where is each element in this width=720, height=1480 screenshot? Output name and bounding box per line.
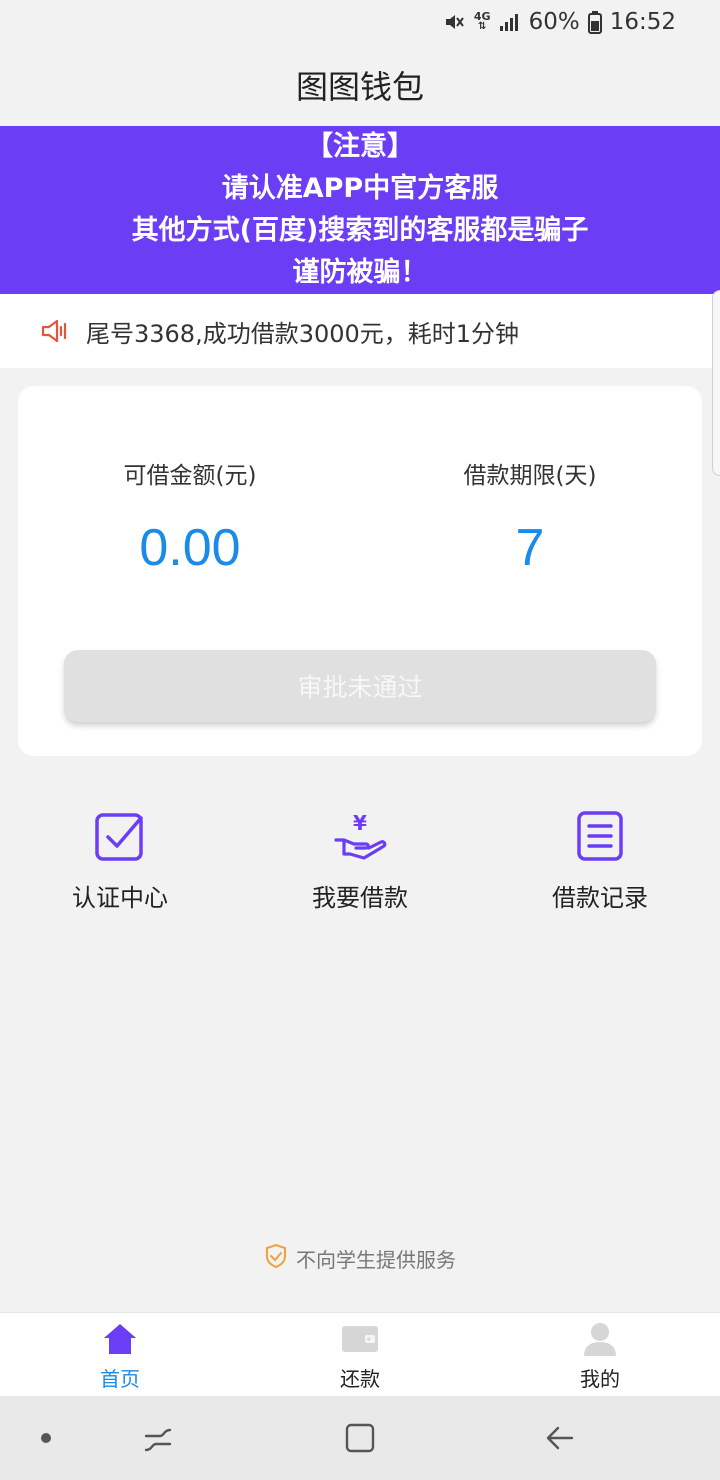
notice-banner: 【注意】 请认准APP中官方客服 其他方式(百度)搜索到的客服都是骗子 谨防被骗… [0, 126, 720, 294]
nav-repay[interactable]: 还款 [240, 1321, 480, 1392]
feature-label: 借款记录 [552, 884, 648, 912]
bottom-nav: 首页 还款 我的 [0, 1312, 720, 1396]
dot-icon[interactable] [26, 1418, 66, 1458]
feature-loan-records[interactable]: 借款记录 [480, 808, 720, 913]
nav-home[interactable]: 首页 [0, 1321, 240, 1392]
loan-card: 可借金额(元) 0.00 借款期限(天) 7 审批未通过 [18, 386, 702, 756]
status-bar: 4G ⇅ 60% 16:52 [0, 0, 720, 44]
approval-status-button[interactable]: 审批未通过 [64, 650, 656, 722]
checkbox-icon [92, 808, 148, 864]
feature-label: 认证中心 [72, 884, 168, 912]
amount-value: 0.00 [139, 519, 241, 577]
wallet-icon [341, 1321, 379, 1357]
network-type-icon: 4G ⇅ [474, 11, 491, 32]
feature-label: 我要借款 [312, 884, 408, 912]
data-arrows-icon: ⇅ [478, 21, 487, 32]
app-title-bar: 图图钱包 [0, 44, 720, 126]
feature-apply-loan[interactable]: ¥ 我要借款 [240, 808, 480, 913]
nav-label: 首页 [100, 1367, 140, 1391]
nav-label: 还款 [340, 1367, 380, 1391]
feature-grid: 认证中心 ¥ 我要借款 借款记录 [0, 808, 720, 918]
home-icon [102, 1321, 138, 1357]
battery-icon [587, 10, 602, 34]
home-button-icon[interactable] [340, 1418, 380, 1458]
page-title: 图图钱包 [295, 68, 424, 106]
notice-line: 请认准APP中官方客服 [221, 173, 499, 204]
student-notice: 不向学生提供服务 [0, 1242, 720, 1274]
student-notice-text: 不向学生提供服务 [296, 1247, 456, 1272]
back-icon[interactable] [540, 1418, 580, 1458]
feature-verification-center[interactable]: 认证中心 [0, 808, 240, 913]
system-nav-bar [0, 1396, 720, 1480]
notice-line: 【注意】 [306, 131, 414, 162]
amount-label: 可借金额(元) [123, 463, 257, 489]
clock: 16:52 [609, 9, 676, 35]
edge-panel-handle[interactable] [712, 290, 720, 476]
term-label: 借款期限(天) [463, 463, 597, 489]
nav-label: 我的 [580, 1367, 620, 1391]
term-section: 借款期限(天) 7 [380, 456, 680, 578]
speaker-icon [40, 317, 72, 345]
user-icon [582, 1321, 618, 1357]
notice-line: 其他方式(百度)搜索到的客服都是骗子 [131, 215, 589, 246]
marquee-text: 尾号3368,成功借款3000元，耗时1分钟 [86, 319, 520, 348]
loan-marquee: 尾号3368,成功借款3000元，耗时1分钟 [0, 294, 720, 368]
notice-line: 谨防被骗！ [292, 257, 428, 288]
amount-section: 可借金额(元) 0.00 [40, 456, 340, 578]
battery-percent: 60% [528, 9, 580, 35]
list-doc-icon [572, 808, 628, 864]
svg-text:¥: ¥ [353, 811, 367, 835]
nav-mine[interactable]: 我的 [480, 1321, 720, 1392]
shield-check-icon [264, 1243, 288, 1274]
mute-icon [442, 10, 466, 34]
signal-icon [499, 12, 521, 32]
yuan-hand-icon: ¥ [332, 808, 388, 864]
term-value: 7 [515, 519, 545, 577]
recents-icon[interactable] [138, 1418, 178, 1458]
